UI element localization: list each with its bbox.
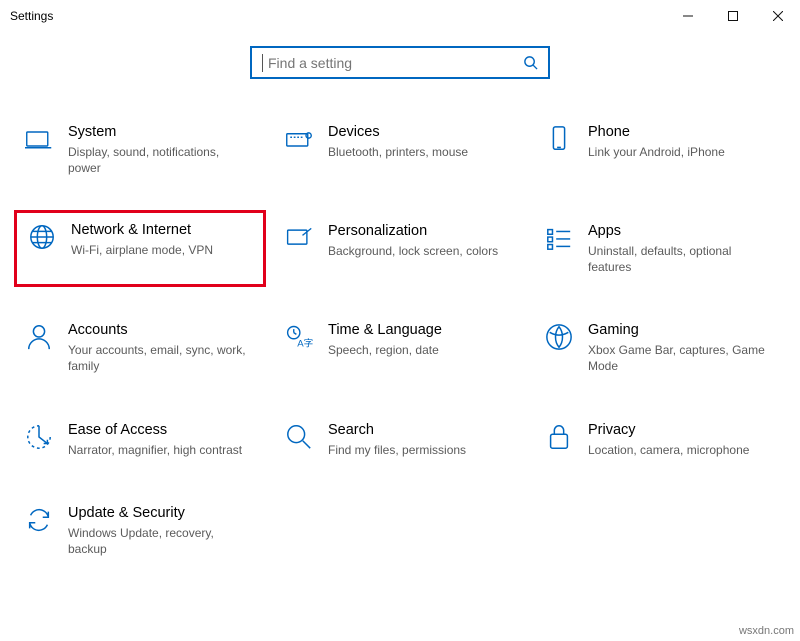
tile-title: Ease of Access — [68, 421, 242, 440]
svg-text:A字: A字 — [297, 338, 313, 350]
tile-ease-of-access[interactable]: Ease of Access Narrator, magnifier, high… — [14, 415, 266, 464]
tile-title: Accounts — [68, 321, 254, 340]
tile-title: Search — [328, 421, 466, 440]
maximize-button[interactable] — [710, 0, 755, 32]
tile-network-internet[interactable]: Network & Internet Wi-Fi, airplane mode,… — [14, 210, 266, 287]
window-title: Settings — [10, 9, 53, 23]
tile-desc: Windows Update, recovery, backup — [68, 525, 254, 557]
display-icon — [20, 123, 58, 153]
ease-of-access-icon — [20, 421, 58, 451]
tile-apps[interactable]: Apps Uninstall, defaults, optional featu… — [534, 216, 786, 281]
close-button[interactable] — [755, 0, 800, 32]
tile-title: Privacy — [588, 421, 749, 440]
person-icon — [20, 321, 58, 351]
close-icon — [773, 11, 783, 21]
tile-devices[interactable]: Devices Bluetooth, printers, mouse — [274, 117, 526, 182]
apps-list-icon — [540, 222, 578, 252]
time-language-icon: A字 — [280, 321, 318, 351]
settings-grid: System Display, sound, notifications, po… — [0, 107, 800, 563]
paintbrush-icon — [280, 222, 318, 252]
gaming-icon — [540, 321, 578, 351]
tile-search[interactable]: Search Find my files, permissions — [274, 415, 526, 464]
tile-time-language[interactable]: A字 Time & Language Speech, region, date — [274, 315, 526, 380]
search-input[interactable] — [266, 54, 523, 72]
tile-title: Time & Language — [328, 321, 442, 340]
tile-desc: Wi-Fi, airplane mode, VPN — [71, 242, 213, 258]
tile-personalization[interactable]: Personalization Background, lock screen,… — [274, 216, 526, 281]
tile-desc: Uninstall, defaults, optional features — [588, 243, 774, 275]
tile-phone[interactable]: Phone Link your Android, iPhone — [534, 117, 786, 182]
tile-title: Update & Security — [68, 504, 254, 523]
minimize-icon — [683, 11, 693, 21]
watermark: wsxdn.com — [739, 625, 794, 637]
sync-icon — [20, 504, 58, 534]
tile-title: Devices — [328, 123, 468, 142]
tile-desc: Location, camera, microphone — [588, 442, 749, 458]
tile-privacy[interactable]: Privacy Location, camera, microphone — [534, 415, 786, 464]
tile-desc: Bluetooth, printers, mouse — [328, 144, 468, 160]
magnifier-icon — [280, 421, 318, 451]
tile-title: Network & Internet — [71, 221, 213, 240]
phone-icon — [540, 123, 578, 153]
tile-desc: Background, lock screen, colors — [328, 243, 498, 259]
search-icon — [523, 55, 538, 70]
tile-desc: Xbox Game Bar, captures, Game Mode — [588, 342, 774, 374]
tile-title: Phone — [588, 123, 725, 142]
tile-title: Apps — [588, 222, 774, 241]
search-box[interactable] — [250, 46, 550, 79]
tile-desc: Speech, region, date — [328, 342, 442, 358]
text-caret — [262, 54, 263, 72]
keyboard-icon — [280, 123, 318, 153]
tile-desc: Link your Android, iPhone — [588, 144, 725, 160]
tile-desc: Narrator, magnifier, high contrast — [68, 442, 242, 458]
tile-desc: Your accounts, email, sync, work, family — [68, 342, 254, 374]
tile-gaming[interactable]: Gaming Xbox Game Bar, captures, Game Mod… — [534, 315, 786, 380]
tile-desc: Display, sound, notifications, power — [68, 144, 254, 176]
tile-update-security[interactable]: Update & Security Windows Update, recove… — [14, 498, 266, 563]
tile-title: Gaming — [588, 321, 774, 340]
tile-title: System — [68, 123, 254, 142]
window-controls — [665, 0, 800, 32]
search-container — [0, 46, 800, 79]
minimize-button[interactable] — [665, 0, 710, 32]
maximize-icon — [728, 11, 738, 21]
tile-accounts[interactable]: Accounts Your accounts, email, sync, wor… — [14, 315, 266, 380]
tile-title: Personalization — [328, 222, 498, 241]
tile-system[interactable]: System Display, sound, notifications, po… — [14, 117, 266, 182]
globe-icon — [23, 221, 61, 251]
lock-icon — [540, 421, 578, 451]
titlebar: Settings — [0, 0, 800, 32]
tile-desc: Find my files, permissions — [328, 442, 466, 458]
